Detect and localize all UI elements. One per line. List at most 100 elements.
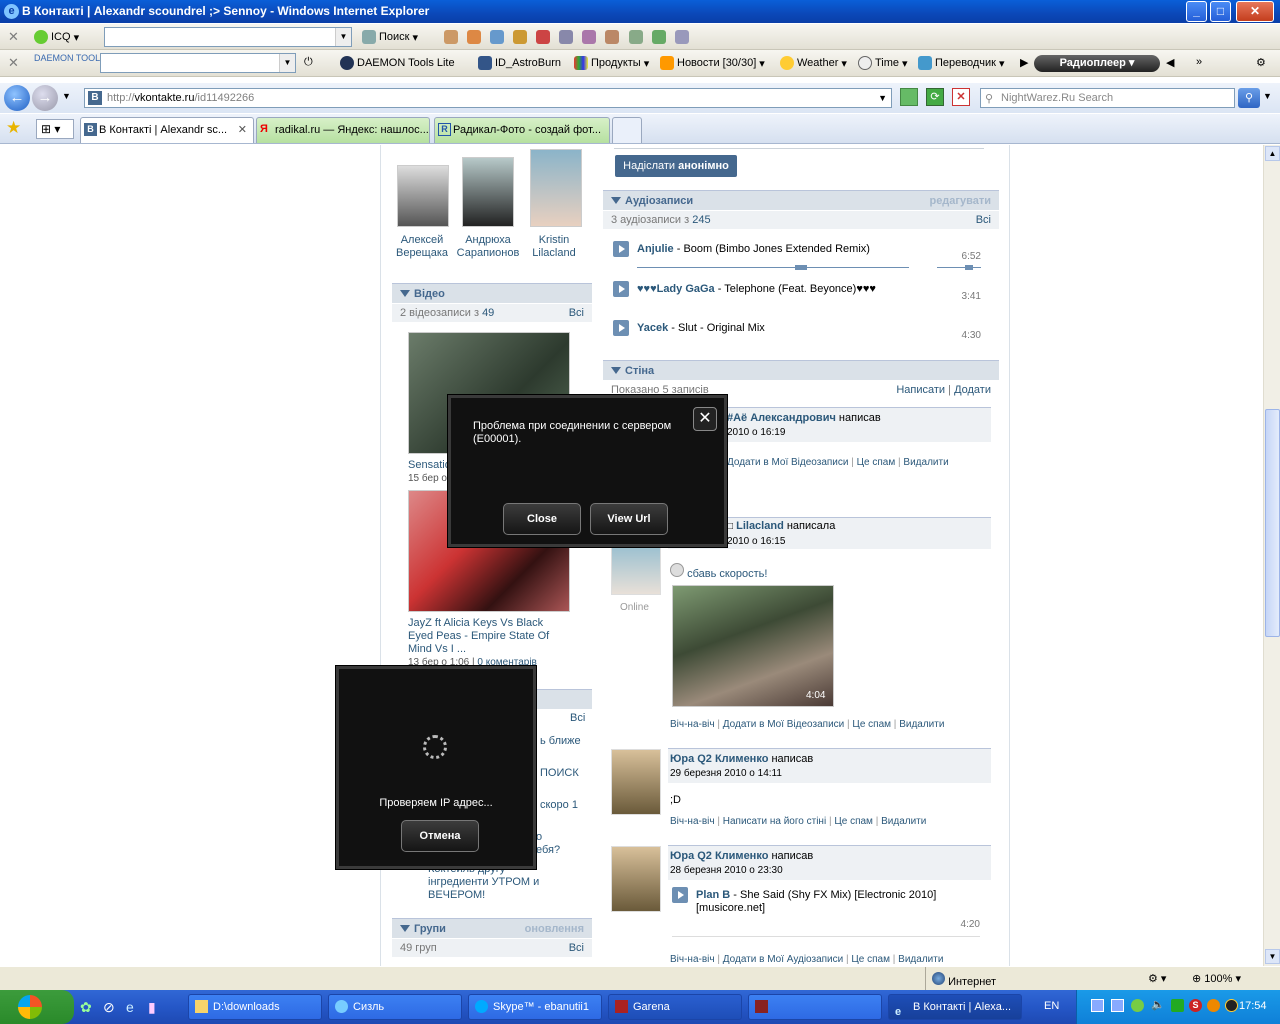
toolbar-tool-icon[interactable] <box>651 30 666 44</box>
friend-name[interactable]: Андрюха Сарапионов <box>456 234 520 260</box>
task-skype[interactable]: Skype™ - ebanutii1 <box>468 994 602 1020</box>
task-garena[interactable]: Garena <box>608 994 742 1020</box>
app-snippet[interactable]: о <box>536 831 542 843</box>
task-downloads[interactable]: D:\downloads <box>188 994 322 1020</box>
quicklaunch-icon[interactable]: ▮ <box>148 999 156 1016</box>
icq-button[interactable]: ICQ ▾ <box>34 30 79 44</box>
tray-app-icon[interactable] <box>1225 999 1238 1012</box>
friend-avatar[interactable] <box>530 149 582 227</box>
friend-name[interactable]: Алексей Верещака <box>390 234 454 260</box>
protected-mode-icon[interactable]: ⚙ ▾ <box>1148 972 1166 985</box>
play-icon[interactable] <box>613 320 629 336</box>
search-options-icon[interactable]: ▼ <box>1263 91 1272 101</box>
time-menu[interactable]: Time ▾ <box>858 56 908 70</box>
volume-slider[interactable] <box>937 267 981 268</box>
wall-post-avatar[interactable] <box>611 545 661 595</box>
send-anonymous-button[interactable]: Надіслати анонімно <box>615 155 737 177</box>
audio-track[interactable]: Yacek - Slut - Original Mix 4:30 <box>613 320 983 350</box>
audio-progress-bar[interactable] <box>637 267 909 268</box>
groups-section-header[interactable]: Групи оновлення <box>392 918 592 938</box>
friend-avatar[interactable] <box>462 157 514 227</box>
news-menu[interactable]: Новости [30/30] ▾ <box>660 56 765 70</box>
stop-icon[interactable]: ✕ <box>952 88 970 106</box>
start-button[interactable] <box>0 990 74 1024</box>
toolbar-tool-icon[interactable] <box>582 30 597 44</box>
chevron-right-double-icon[interactable]: » <box>1196 56 1202 68</box>
section-all-link[interactable]: Всі <box>570 712 585 724</box>
ie-quicklaunch-icon[interactable]: e <box>126 999 134 1015</box>
clock[interactable]: 17:54 <box>1239 1000 1267 1012</box>
scroll-thumb[interactable] <box>1265 409 1280 637</box>
quick-tabs-button[interactable]: ⊞ ▾ <box>36 119 74 139</box>
tab-radikal[interactable]: R Радикал-Фото - создай фот... <box>434 117 610 143</box>
app-snippet[interactable]: ь ближе <box>540 735 581 747</box>
quicklaunch-icon[interactable]: ⊘ <box>103 999 115 1016</box>
toolbar-tool-icon[interactable] <box>467 30 482 44</box>
audio-progress-handle[interactable] <box>795 265 807 270</box>
audio-track[interactable]: ♥♥♥Lady GaGa - Telephone (Feat. Beyonce)… <box>613 281 983 311</box>
close-window-button[interactable]: ✕ <box>1236 1 1274 22</box>
language-indicator[interactable]: EN <box>1044 1000 1059 1012</box>
chevron-down-icon[interactable]: ▼ <box>279 54 295 72</box>
forward-button[interactable]: → <box>32 85 58 111</box>
toolbar-tool-icon[interactable] <box>605 30 620 44</box>
daemon-power-icon[interactable]: ⏻ <box>304 56 313 69</box>
tab-yandex[interactable]: Я radikal.ru — Яндекс: нашлос... <box>256 117 430 143</box>
toolbar-tool-icon[interactable] <box>628 30 643 44</box>
new-tab-button[interactable] <box>612 117 642 143</box>
speaker-icon[interactable]: 🔈 <box>1151 998 1165 1011</box>
wall-video-thumbnail[interactable] <box>672 585 834 707</box>
search-input[interactable]: ⚲ NightWarez.Ru Search <box>980 88 1235 108</box>
task-vkontakte[interactable]: eВ Контакті | Alexa... <box>888 994 1022 1020</box>
refresh-icon[interactable]: ⟳ <box>926 88 944 106</box>
app-snippet[interactable]: ПОИСК <box>540 767 579 779</box>
cancel-button[interactable]: Отмена <box>401 820 479 852</box>
toolbar-tool-icon[interactable] <box>674 30 689 44</box>
volume-icon[interactable]: ◀ <box>1166 56 1174 69</box>
network-icon[interactable] <box>1091 999 1104 1012</box>
products-menu[interactable]: Продукты ▾ <box>574 56 649 70</box>
settings-icon[interactable]: ⚙ <box>1256 56 1266 69</box>
network-icon[interactable] <box>1111 999 1124 1012</box>
wall-post-avatar[interactable] <box>611 846 661 912</box>
internet-zone[interactable]: Интернет <box>932 972 996 988</box>
audio-track[interactable]: Anjulie - Boom (Bimbo Jones Extended Rem… <box>613 241 983 271</box>
toolbar-tool-icon[interactable] <box>513 30 528 44</box>
tray-s-icon[interactable]: S <box>1189 999 1202 1012</box>
toolbar-tool-icon[interactable] <box>444 30 458 44</box>
tab-vkontakte[interactable]: В В Контакті | Alexandr sc... ✕ <box>80 117 254 143</box>
wall-section-header[interactable]: Стіна <box>603 360 999 380</box>
tray-app-icon[interactable] <box>1131 999 1144 1012</box>
chevron-down-icon[interactable]: ▼ <box>878 89 887 107</box>
friend-avatar[interactable] <box>397 165 449 227</box>
url-input[interactable]: В http://vkontakte.ru/id11492266 ▼ <box>84 88 892 108</box>
pause-icon[interactable] <box>613 241 629 257</box>
chevron-down-icon[interactable]: ▼ <box>335 28 351 46</box>
icq-search-combo[interactable]: ▼ <box>104 27 352 47</box>
maximize-button[interactable]: □ <box>1210 1 1231 22</box>
video-title[interactable]: Sensatio <box>408 459 451 471</box>
tray-app-icon[interactable] <box>1207 999 1220 1012</box>
scroll-up-arrow-icon[interactable]: ▲ <box>1265 146 1280 161</box>
app-snippet[interactable]: скоро 1 <box>540 799 578 811</box>
daemon-search-combo[interactable]: ▼ <box>100 53 296 73</box>
close-button[interactable]: Close <box>503 503 581 535</box>
search-button[interactable]: Поиск ▾ <box>362 30 418 44</box>
wall-post-avatar[interactable] <box>611 749 661 815</box>
back-button[interactable]: ← <box>4 85 30 111</box>
tray-app-icon[interactable] <box>1171 999 1184 1012</box>
radio-player-button[interactable]: Радиоплеер ▾ <box>1034 55 1160 72</box>
play-icon[interactable] <box>672 887 688 903</box>
audio-section-header[interactable]: Аудіозаписи редагувати <box>603 190 999 210</box>
toolbar-tool-icon[interactable] <box>559 30 574 44</box>
toolbar-tool-icon[interactable] <box>536 30 551 44</box>
translator-menu[interactable]: Переводчик ▾ <box>918 56 1005 70</box>
view-url-button[interactable]: View Url <box>590 503 668 535</box>
friend-name[interactable]: Kristin Lilacland <box>522 234 586 260</box>
task-sizl[interactable]: Сизль <box>328 994 462 1020</box>
close-icon[interactable]: ✕ <box>693 407 717 431</box>
history-dropdown-icon[interactable]: ▼ <box>62 91 71 101</box>
search-go-button[interactable]: ⚲ <box>1238 88 1260 108</box>
video-title[interactable]: JayZ ft Alicia Keys Vs Black Eyed Peas -… <box>408 617 568 656</box>
toolbar-tool-icon[interactable] <box>490 30 505 44</box>
